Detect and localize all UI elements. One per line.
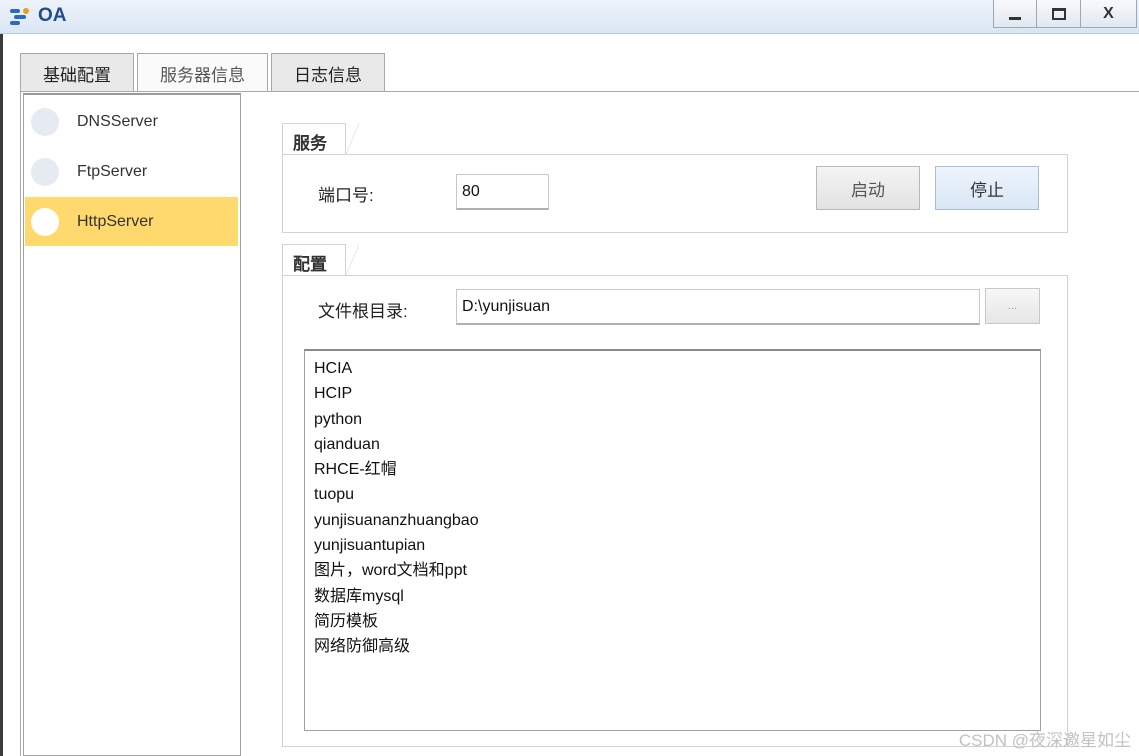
list-item[interactable]: python <box>314 407 1040 432</box>
tab-basic-config[interactable]: 基础配置 <box>20 53 134 92</box>
list-item[interactable]: HCIP <box>314 381 1040 406</box>
tab-server-info[interactable]: 服务器信息 <box>137 53 268 92</box>
minimize-icon <box>1009 17 1021 20</box>
list-item[interactable]: HCIA <box>314 356 1040 381</box>
list-item[interactable]: 简历模板 <box>314 609 1040 634</box>
server-list: DNSServer FtpServer HttpServer <box>23 93 241 756</box>
list-item[interactable]: qianduan <box>314 432 1040 457</box>
port-input[interactable]: 80 <box>456 174 549 210</box>
list-item[interactable]: RHCE-红帽 <box>314 457 1040 482</box>
window-controls: X <box>993 0 1137 30</box>
server-item-ftp[interactable]: FtpServer <box>25 147 238 196</box>
maximize-icon <box>1051 7 1066 20</box>
list-item[interactable]: tuopu <box>314 482 1040 507</box>
server-item-label: FtpServer <box>77 162 148 180</box>
list-item[interactable]: 数据库mysql <box>314 584 1040 609</box>
stop-button[interactable]: 停止 <box>935 166 1039 210</box>
server-item-label: HttpServer <box>77 212 154 230</box>
root-dir-input[interactable]: D:\yunjisuan <box>456 289 980 325</box>
file-list[interactable]: HCIA HCIP python qianduan RHCE-红帽 tuopu … <box>304 349 1041 731</box>
minimize-button[interactable] <box>993 0 1037 28</box>
server-status-icon <box>31 207 59 236</box>
server-status-icon <box>31 157 59 186</box>
server-status-icon <box>31 107 59 136</box>
window-frame-left <box>0 34 3 756</box>
app-logo-icon <box>10 8 29 25</box>
service-group-title: 服务 <box>282 123 359 156</box>
port-label: 端口号: <box>318 186 374 205</box>
window-title: OA <box>38 5 67 26</box>
maximize-button[interactable] <box>1037 0 1081 28</box>
title-bar: OA X <box>0 0 1139 34</box>
server-item-http[interactable]: HttpServer <box>25 197 238 246</box>
list-item[interactable]: 网络防御高级 <box>314 634 1040 659</box>
root-dir-label: 文件根目录: <box>318 302 408 321</box>
list-item[interactable]: 图片，word文档和ppt <box>314 558 1040 583</box>
list-item[interactable]: yunjisuananzhuangbao <box>314 508 1040 533</box>
config-group-title: 配置 <box>282 244 359 277</box>
tab-bar: 基础配置 服务器信息 日志信息 <box>20 52 388 92</box>
list-item[interactable]: yunjisuantupian <box>314 533 1040 558</box>
server-item-label: DNSServer <box>77 112 158 130</box>
tab-log-info[interactable]: 日志信息 <box>271 53 385 92</box>
close-icon: X <box>1103 4 1114 22</box>
close-button[interactable]: X <box>1081 0 1137 28</box>
watermark-text: CSDN @夜深邀星如尘 <box>958 731 1131 750</box>
server-item-dns[interactable]: DNSServer <box>25 97 238 146</box>
browse-button[interactable]: ... <box>985 288 1040 324</box>
start-button[interactable]: 启动 <box>816 166 920 210</box>
